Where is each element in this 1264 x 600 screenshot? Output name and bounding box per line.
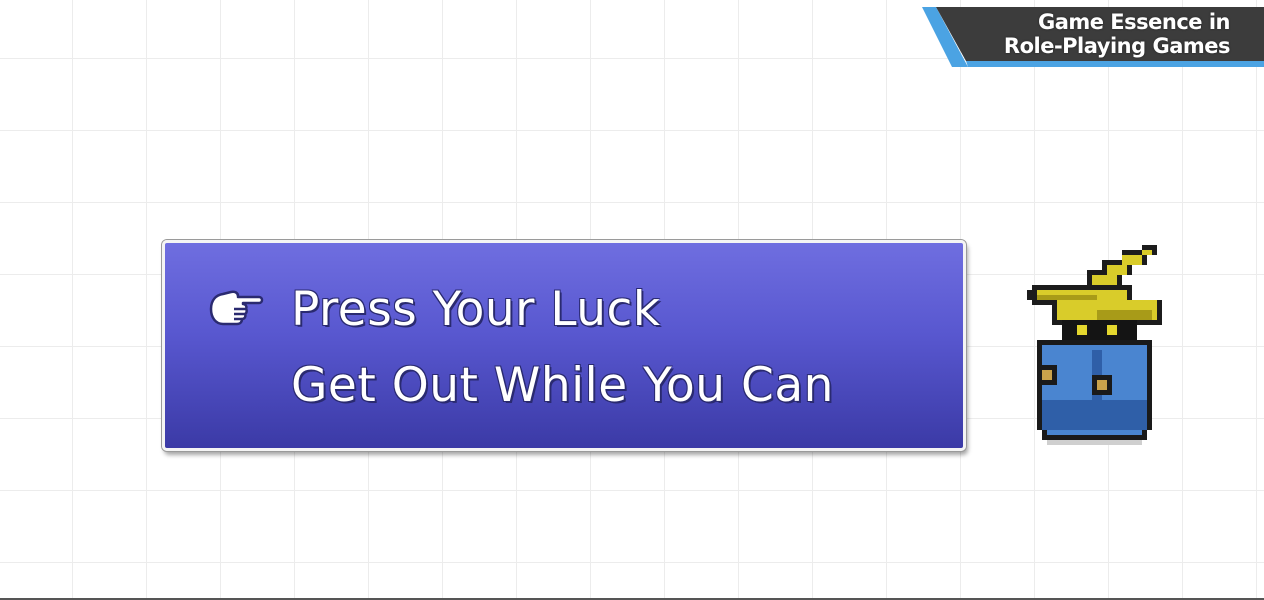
title-badge: Game Essence in Role-Playing Games [922,7,1264,67]
pointing-hand-icon [209,290,264,326]
overlay-title-line-2: Role-Playing Games [1003,34,1231,58]
menu-option-press-your-luck[interactable]: Press Your Luck [291,279,661,339]
overlay-title-line-1: Game Essence in [1037,10,1231,34]
overlay-title: Game Essence in Role-Playing Games [1003,10,1231,58]
menu-option-get-out-while-you-can[interactable]: Get Out While You Can [291,355,834,415]
menu-option-label: Press Your Luck [291,281,661,337]
menu-option-label: Get Out While You Can [291,357,834,413]
command-menu-window: Press Your Luck Get Out While You Can [162,240,966,451]
black-mage-sprite [1027,245,1162,445]
